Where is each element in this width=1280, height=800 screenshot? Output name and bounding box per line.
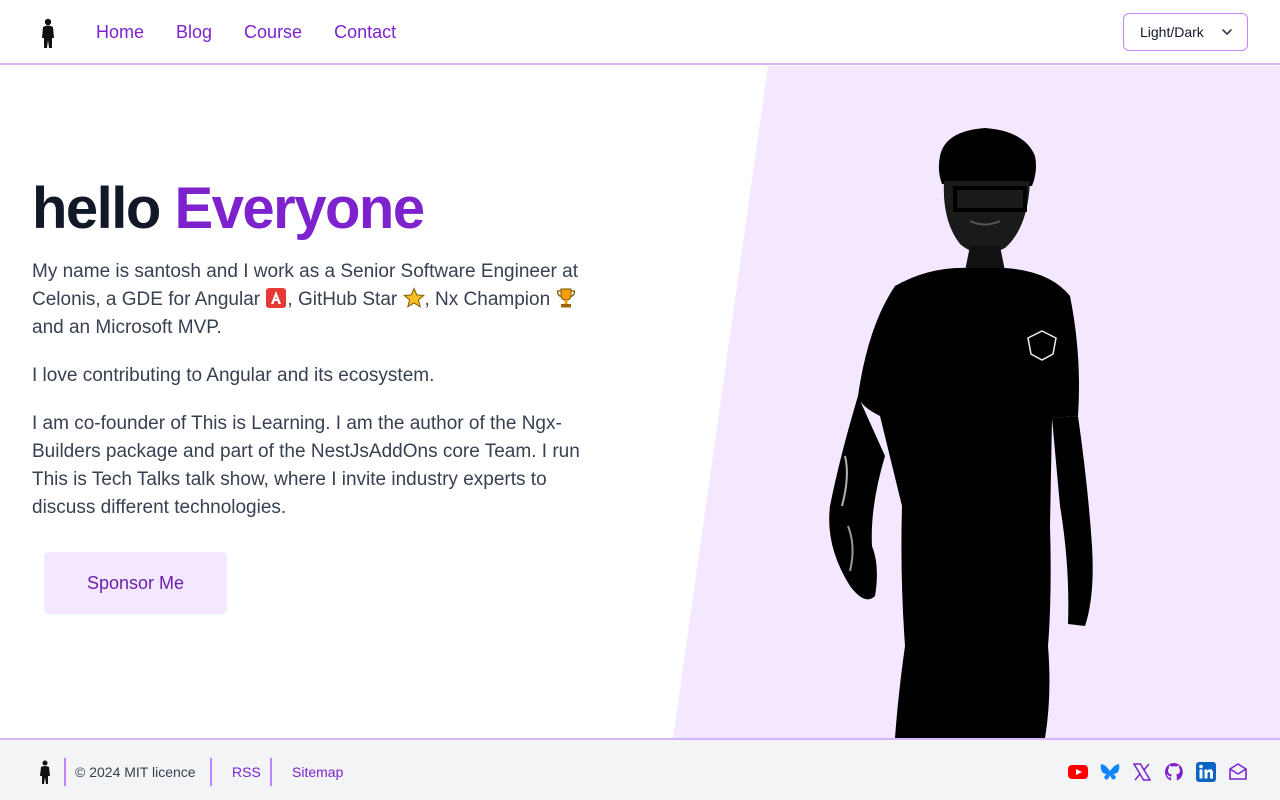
github-icon[interactable] (1163, 761, 1185, 783)
theme-select[interactable]: Light/Dark (1123, 13, 1248, 51)
nav-home[interactable]: Home (96, 20, 144, 44)
sitemap-link[interactable]: Sitemap (292, 762, 343, 782)
intro-text-3: , Nx Champion (424, 289, 556, 310)
chevron-down-icon (1222, 29, 1232, 35)
star-icon (402, 287, 425, 308)
hero-title-plain: hello (32, 176, 161, 241)
about-paragraph: I am co-founder of This is Learning. I a… (32, 413, 580, 518)
theme-select-label: Light/Dark (1140, 24, 1204, 40)
hero-title: hello Everyone (32, 172, 425, 246)
angular-icon (266, 288, 287, 308)
intro-paragraph: My name is santosh and I work as a Senio… (32, 258, 600, 342)
nav-course[interactable]: Course (244, 20, 302, 44)
rss-link[interactable]: RSS (232, 762, 261, 782)
footer-divider (64, 758, 66, 786)
footer-divider (210, 758, 212, 786)
site-header: Home Blog Course Contact Light/Dark (0, 0, 1280, 65)
footer-divider (270, 758, 272, 786)
intro-text-2: , GitHub Star (287, 289, 403, 310)
portrait-image (829, 128, 1093, 738)
nav-contact[interactable]: Contact (334, 20, 396, 44)
sponsor-button[interactable]: Sponsor Me (44, 552, 227, 614)
footer-logo-icon[interactable] (38, 760, 52, 784)
youtube-icon[interactable] (1067, 761, 1089, 783)
linkedin-icon[interactable] (1195, 761, 1217, 783)
copyright-text: © 2024 MIT licence (75, 764, 196, 780)
main-nav: Home Blog Course Contact (96, 20, 428, 44)
intro-text-4: and an Microsoft MVP. (32, 317, 222, 338)
site-footer: © 2024 MIT licence RSS Sitemap (0, 738, 1280, 800)
love-paragraph: I love contributing to Angular and its e… (32, 365, 435, 386)
nav-blog[interactable]: Blog (176, 20, 212, 44)
x-icon[interactable] (1131, 761, 1153, 783)
mail-icon[interactable] (1227, 761, 1249, 783)
bluesky-icon[interactable] (1099, 761, 1121, 783)
trophy-icon (557, 288, 576, 308)
logo-icon[interactable] (38, 18, 58, 48)
hero-title-accent: Everyone (174, 176, 425, 241)
